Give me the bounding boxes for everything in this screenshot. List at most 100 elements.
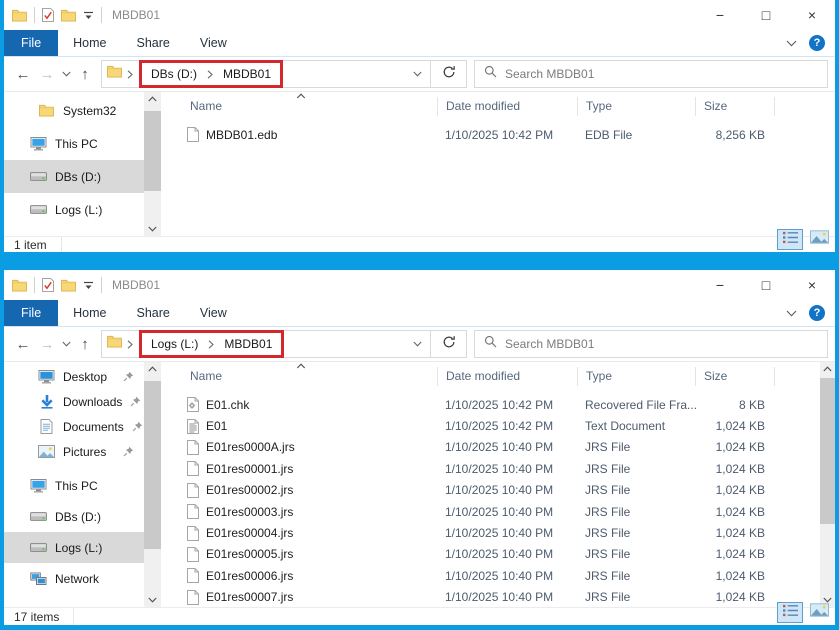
sidebar-item-system32[interactable]: System32 xyxy=(4,94,144,127)
file-row[interactable]: E01res00007.jrs1/10/2025 10:40 PMJRS Fil… xyxy=(165,587,835,607)
forward-button[interactable]: → xyxy=(35,67,59,82)
sidebar-item-label: Logs (L:) xyxy=(55,203,102,217)
sidebar-item-downloads[interactable]: Downloads xyxy=(4,389,144,414)
back-button[interactable]: ← xyxy=(11,337,35,352)
refresh-button[interactable] xyxy=(431,330,467,358)
scrollbar-thumb[interactable] xyxy=(820,378,835,524)
close-button[interactable]: × xyxy=(789,0,835,30)
sidebar-item-label: Network xyxy=(55,572,99,586)
sidebar-item-this-pc[interactable]: This PC xyxy=(4,470,144,501)
file-row[interactable]: E01res00002.jrs1/10/2025 10:40 PMJRS Fil… xyxy=(165,480,835,501)
column-header-date[interactable]: Date modified xyxy=(437,97,577,116)
file-row[interactable]: E01res0000A.jrs1/10/2025 10:40 PMJRS Fil… xyxy=(165,437,835,458)
file-date-modified: 1/10/2025 10:42 PM xyxy=(437,419,577,433)
column-header-type[interactable]: Type xyxy=(577,367,695,386)
file-date-modified: 1/10/2025 10:40 PM xyxy=(437,440,577,454)
scrollbar-thumb[interactable] xyxy=(144,111,161,191)
refresh-button[interactable] xyxy=(431,60,467,88)
sidebar-item-logs-l[interactable]: Logs (L:) xyxy=(4,193,144,226)
scroll-up-icon[interactable] xyxy=(144,366,161,372)
up-button[interactable]: ↑ xyxy=(73,337,97,352)
thumbnail-view-button[interactable] xyxy=(806,602,832,623)
ribbon-collapse-icon[interactable] xyxy=(786,304,797,322)
maximize-button[interactable]: □ xyxy=(743,270,789,300)
scrollbar-thumb[interactable] xyxy=(144,381,161,549)
scroll-down-icon[interactable] xyxy=(144,597,161,603)
sidebar-item-this-pc[interactable]: This PC xyxy=(4,127,144,160)
qat-new-folder-icon[interactable] xyxy=(61,9,76,22)
tab-view[interactable]: View xyxy=(185,30,242,56)
close-button[interactable]: × xyxy=(789,270,835,300)
address-dropdown-icon[interactable] xyxy=(413,341,425,347)
qat-customize-icon[interactable] xyxy=(83,11,94,20)
thumbnail-view-button[interactable] xyxy=(806,229,832,250)
breadcrumb-chevron-icon[interactable] xyxy=(203,340,219,349)
column-header-size[interactable]: Size xyxy=(695,97,775,116)
sidebar-item-network[interactable]: Network xyxy=(4,226,144,236)
sidebar-item-network[interactable]: Network xyxy=(4,563,144,594)
column-header-type[interactable]: Type xyxy=(577,97,695,116)
breadcrumb-segment-drive[interactable]: DBs (D:) xyxy=(146,67,202,81)
search-input[interactable] xyxy=(505,67,818,81)
ribbon-collapse-icon[interactable] xyxy=(786,34,797,52)
details-view-button[interactable] xyxy=(777,602,803,623)
file-row[interactable]: E01res00005.jrs1/10/2025 10:40 PMJRS Fil… xyxy=(165,544,835,565)
scroll-down-icon[interactable] xyxy=(144,226,161,232)
file-row[interactable]: E01.chk1/10/2025 10:42 PMRecovered File … xyxy=(165,394,835,415)
scroll-up-icon[interactable] xyxy=(144,96,161,102)
breadcrumb-chevron-icon[interactable] xyxy=(122,70,138,79)
file-row[interactable]: MBDB01.edb1/10/2025 10:42 PMEDB File8,25… xyxy=(165,124,835,145)
sidebar-item-documents[interactable]: Documents xyxy=(4,414,144,439)
tab-file[interactable]: File xyxy=(4,30,58,56)
file-row[interactable]: E01res00003.jrs1/10/2025 10:40 PMJRS Fil… xyxy=(165,501,835,522)
breadcrumb-segment-folder[interactable]: MBDB01 xyxy=(218,67,276,81)
sidebar-item-dbs-d[interactable]: DBs (D:) xyxy=(4,501,144,532)
minimize-button[interactable]: − xyxy=(697,0,743,30)
sidebar-scrollbar[interactable] xyxy=(144,362,161,607)
minimize-button[interactable]: − xyxy=(697,270,743,300)
search-input[interactable] xyxy=(505,337,818,351)
help-icon[interactable]: ? xyxy=(809,305,825,321)
tab-share[interactable]: Share xyxy=(122,300,185,326)
details-view-button[interactable] xyxy=(777,229,803,250)
address-bar[interactable]: DBs (D:) MBDB01 xyxy=(101,60,431,88)
breadcrumb-segment-drive[interactable]: Logs (L:) xyxy=(146,337,203,351)
back-button[interactable]: ← xyxy=(11,67,35,82)
column-header-name[interactable]: Name xyxy=(165,97,437,116)
sidebar-item-pictures[interactable]: Pictures xyxy=(4,439,144,464)
recent-locations-icon[interactable] xyxy=(59,341,73,347)
file-row[interactable]: E01res00001.jrs1/10/2025 10:40 PMJRS Fil… xyxy=(165,458,835,479)
column-header-size[interactable]: Size xyxy=(695,367,775,386)
qat-properties-icon[interactable] xyxy=(42,8,54,22)
scroll-up-icon[interactable] xyxy=(820,366,835,372)
column-header-name[interactable]: Name xyxy=(165,367,437,386)
forward-button[interactable]: → xyxy=(35,337,59,352)
tab-view[interactable]: View xyxy=(185,300,242,326)
tab-share[interactable]: Share xyxy=(122,30,185,56)
breadcrumb-segment-folder[interactable]: MBDB01 xyxy=(219,337,277,351)
file-row[interactable]: E011/10/2025 10:42 PMText Document1,024 … xyxy=(165,415,835,436)
sidebar-item-logs-l[interactable]: Logs (L:) xyxy=(4,532,144,563)
file-list-scrollbar[interactable] xyxy=(820,362,835,607)
sidebar-item-dbs-d[interactable]: DBs (D:) xyxy=(4,160,144,193)
breadcrumb-chevron-icon[interactable] xyxy=(202,70,218,79)
address-dropdown-icon[interactable] xyxy=(413,71,425,77)
breadcrumb-chevron-icon[interactable] xyxy=(122,340,138,349)
qat-new-folder-icon[interactable] xyxy=(61,279,76,292)
file-row[interactable]: E01res00006.jrs1/10/2025 10:40 PMJRS Fil… xyxy=(165,565,835,586)
file-row[interactable]: E01res00004.jrs1/10/2025 10:40 PMJRS Fil… xyxy=(165,522,835,543)
tab-home[interactable]: Home xyxy=(58,300,121,326)
up-button[interactable]: ↑ xyxy=(73,67,97,82)
address-bar[interactable]: Logs (L:) MBDB01 xyxy=(101,330,431,358)
tab-file[interactable]: File xyxy=(4,300,58,326)
recent-locations-icon[interactable] xyxy=(59,71,73,77)
sidebar-scrollbar[interactable] xyxy=(144,92,161,236)
qat-properties-icon[interactable] xyxy=(42,278,54,292)
column-header-date[interactable]: Date modified xyxy=(437,367,577,386)
help-icon[interactable]: ? xyxy=(809,35,825,51)
maximize-button[interactable]: □ xyxy=(743,0,789,30)
sidebar-item-desktop[interactable]: Desktop xyxy=(4,364,144,389)
tab-home[interactable]: Home xyxy=(58,30,121,56)
qat-customize-icon[interactable] xyxy=(83,281,94,290)
file-file-icon xyxy=(186,504,199,519)
